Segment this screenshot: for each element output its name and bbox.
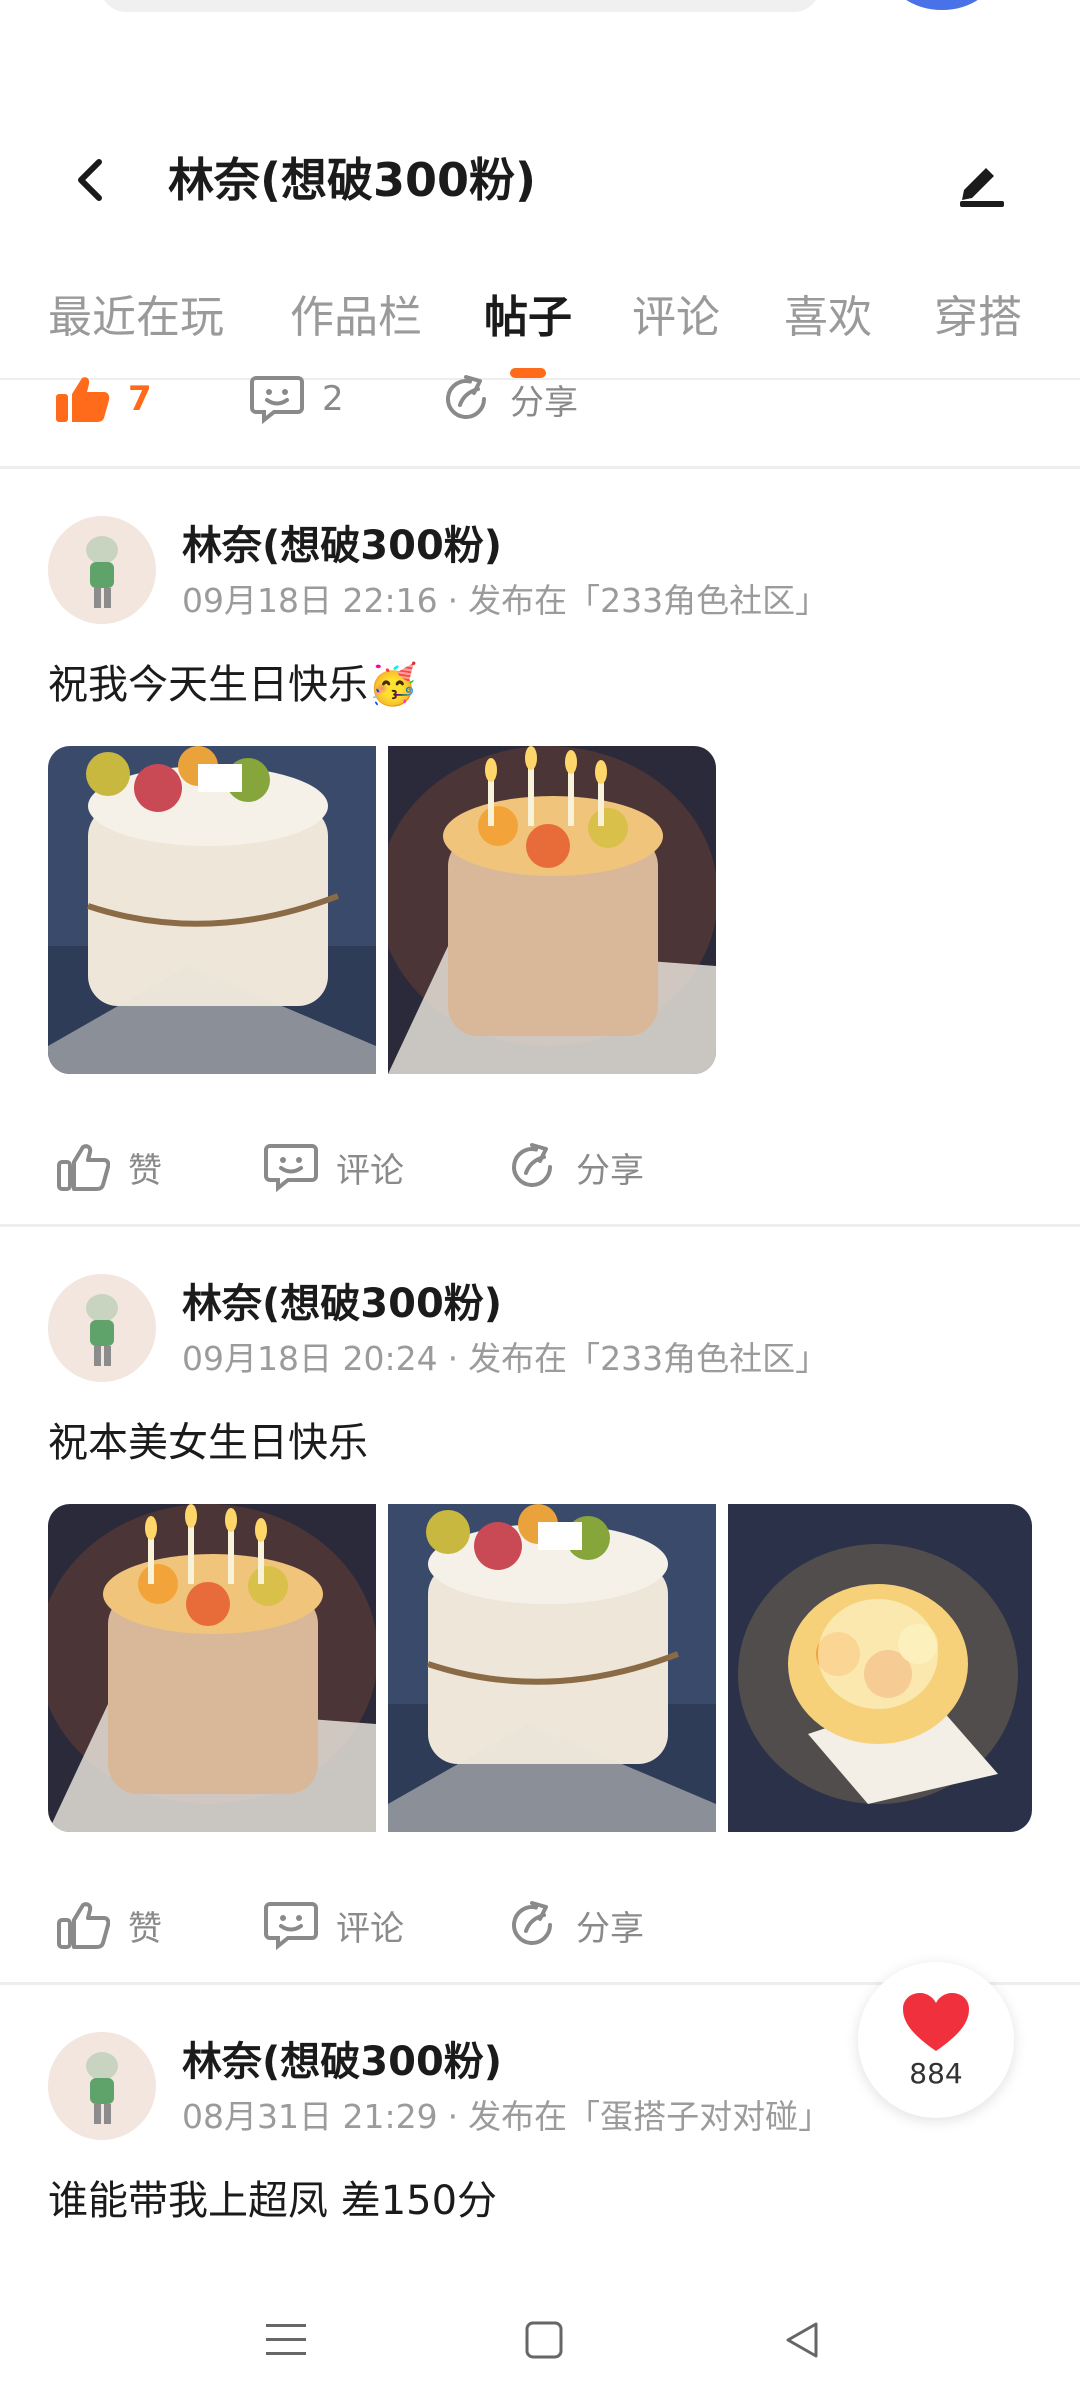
comment-icon	[264, 1144, 318, 1192]
post-text: 谁能带我上超凤 差150分	[48, 2178, 498, 2224]
back-nav-button[interactable]	[772, 2310, 832, 2370]
home-button[interactable]	[514, 2310, 574, 2370]
square-icon	[525, 2321, 563, 2359]
comment-label: 评论	[336, 1150, 404, 1191]
post-divider	[0, 1224, 1080, 1227]
tab-posts[interactable]: 帖子	[484, 288, 572, 348]
avatar[interactable]	[48, 516, 156, 624]
top-avatar-remnant	[888, 0, 996, 10]
avatar-character-icon	[48, 2032, 156, 2140]
tab-comments[interactable]: 评论	[632, 288, 720, 348]
like-label: 赞	[128, 1908, 162, 1949]
post-image-cake-2[interactable]	[388, 1504, 716, 1832]
page-title: 林奈(想破300粉)	[168, 153, 537, 207]
post-community[interactable]: 发布在「233角色社区」	[468, 581, 828, 620]
post-image-cake-1[interactable]	[48, 746, 376, 1074]
tab-bar: 最近在玩 作品栏 帖子 评论 喜欢 穿搭	[0, 270, 1080, 380]
post-image-cake-1[interactable]	[48, 1504, 376, 1832]
share-icon	[512, 1143, 553, 1188]
post-text: 祝我今天生日快乐🥳	[48, 662, 418, 708]
thumbs-up-icon	[57, 1902, 110, 1949]
like-button[interactable]: 赞	[56, 1880, 162, 1970]
share-icon	[512, 1901, 553, 1946]
post-card[interactable]: 林奈(想破300粉) 09月18日 20:24 · 发布在「233角色社区」 祝本美…	[0, 1274, 1080, 1974]
share-button[interactable]: 分享	[440, 370, 578, 430]
like-count: 7	[128, 379, 152, 419]
tab-likes[interactable]: 喜欢	[784, 288, 872, 348]
comment-icon	[250, 376, 304, 424]
like-label: 赞	[128, 1150, 162, 1191]
post-meta: 08月31日 21:29 · 发布在「蛋搭子对对碰」	[182, 2097, 832, 2136]
avatar-character-icon	[48, 1274, 156, 1382]
share-button[interactable]: 分享	[506, 1122, 644, 1212]
comment-button[interactable]: 评论	[264, 1122, 404, 1212]
edit-pen-icon	[960, 168, 1004, 207]
avatar[interactable]	[48, 1274, 156, 1382]
triangle-back-icon	[786, 2322, 818, 2358]
chevron-left-icon	[78, 159, 102, 201]
thumbs-up-icon	[57, 1144, 110, 1191]
post-image-cake-2[interactable]	[388, 746, 716, 1074]
share-label: 分享	[576, 1150, 644, 1191]
comment-icon	[264, 1902, 318, 1950]
comment-button[interactable]: 2	[250, 370, 344, 430]
author-name[interactable]: 林奈(想破300粉)	[182, 520, 502, 572]
author-name[interactable]: 林奈(想破300粉)	[182, 2036, 502, 2088]
menu-button[interactable]	[256, 2310, 316, 2370]
share-button[interactable]: 分享	[506, 1880, 644, 1970]
top-search-bar-remnant	[100, 0, 820, 12]
heart-icon	[903, 1992, 969, 2051]
post-time: 09月18日 22:16	[182, 581, 438, 620]
avatar-character-icon	[48, 516, 156, 624]
post-text: 祝本美女生日快乐	[48, 1420, 368, 1466]
post-meta: 09月18日 22:16 · 发布在「233角色社区」	[182, 581, 829, 620]
comment-count: 2	[322, 379, 344, 419]
post-image-cake-3[interactable]	[728, 1504, 1032, 1832]
post-card[interactable]: 林奈(想破300粉) 09月18日 22:16 · 发布在「233角色社区」 祝我今…	[0, 516, 1080, 1216]
post-divider	[0, 466, 1080, 469]
post-meta: 09月18日 20:24 · 发布在「233角色社区」	[182, 1339, 829, 1378]
post-time: 09月18日 20:24	[182, 1339, 438, 1378]
menu-icon	[266, 2324, 306, 2355]
like-button[interactable]: 赞	[56, 1122, 162, 1212]
tab-recently-played[interactable]: 最近在玩	[48, 288, 224, 348]
post-community[interactable]: 发布在「233角色社区」	[468, 1339, 828, 1378]
tab-outfits[interactable]: 穿搭	[934, 288, 1022, 348]
post-time: 08月31日 21:29	[182, 2097, 438, 2136]
tab-works[interactable]: 作品栏	[290, 288, 422, 348]
system-nav-bar	[0, 2280, 1080, 2400]
avatar[interactable]	[48, 2032, 156, 2140]
previous-post-actions: 7 2 分享	[0, 370, 1080, 430]
comment-button[interactable]: 评论	[264, 1880, 404, 1970]
share-icon	[446, 375, 487, 420]
post-community[interactable]: 发布在「蛋搭子对对碰」	[468, 2097, 831, 2136]
comment-label: 评论	[336, 1908, 404, 1949]
header: 林奈(想破300粉)	[0, 130, 1080, 230]
edit-button[interactable]	[950, 150, 1014, 214]
like-button[interactable]: 7	[54, 370, 152, 430]
author-name[interactable]: 林奈(想破300粉)	[182, 1278, 502, 1330]
post-actions: 赞 评论 分享	[0, 1880, 1080, 1970]
like-total-count: 884	[909, 2056, 963, 2090]
floating-like-button[interactable]: 884	[858, 1962, 1014, 2118]
thumbs-up-filled-icon	[56, 377, 110, 422]
back-button[interactable]	[62, 152, 118, 208]
post-actions: 赞 评论 分享	[0, 1122, 1080, 1212]
share-label: 分享	[576, 1908, 644, 1949]
share-label: 分享	[510, 382, 578, 423]
